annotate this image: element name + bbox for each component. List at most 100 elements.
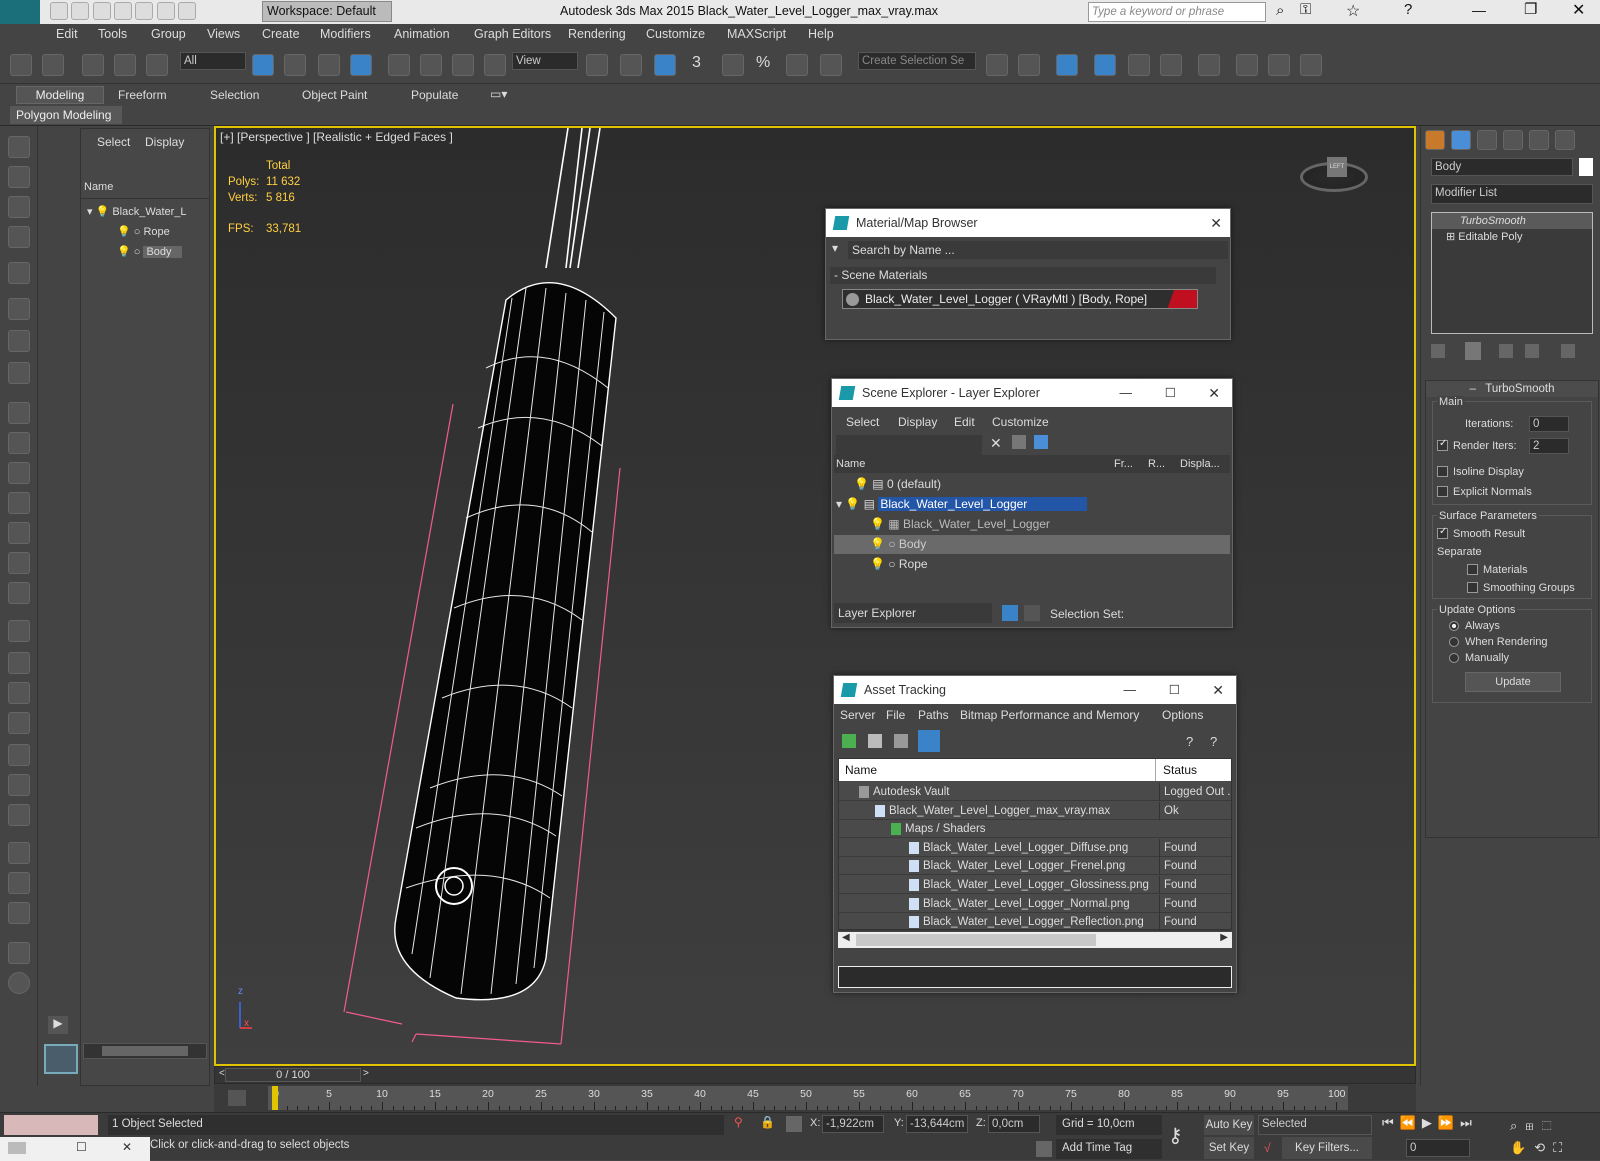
key-filters-button[interactable]: Key Filters... (1282, 1137, 1372, 1159)
table-icon[interactable] (8, 196, 30, 218)
menu-select[interactable]: Select (846, 415, 879, 429)
layer-row[interactable]: 💡 ○ Body (834, 535, 1230, 554)
menu-display[interactable]: Display (898, 415, 937, 429)
menu-views[interactable]: Views (207, 27, 240, 41)
time-slider-right-arrow[interactable]: > (363, 1068, 369, 1079)
separate-smoothing-groups-checkbox[interactable]: Smoothing Groups (1467, 581, 1575, 594)
modifier-stack-item[interactable]: ⊞ Editable Poly (1432, 229, 1592, 245)
horizontal-scrollbar[interactable]: ◀ ▶ (838, 932, 1232, 948)
tab-populate[interactable]: Populate (411, 88, 458, 102)
window-title[interactable]: Asset Tracking — ☐ ✕ (834, 676, 1236, 704)
minimize-icon[interactable]: — (1120, 379, 1133, 407)
menu-create[interactable]: Create (262, 27, 300, 41)
z-coordinate-field[interactable]: 0,0cm (988, 1115, 1040, 1133)
undo-icon[interactable] (10, 54, 32, 76)
particles-icon[interactable] (8, 620, 30, 642)
grid-icon[interactable] (8, 226, 30, 248)
key-curve-icon[interactable]: √ (1264, 1141, 1271, 1155)
named-selection-dropdown[interactable]: Create Selection Se (858, 52, 976, 70)
tab-object-paint[interactable]: Object Paint (302, 88, 367, 102)
manually-radio[interactable]: Manually (1449, 652, 1509, 664)
search-options-icon[interactable]: ▾ (832, 241, 838, 255)
menu-edit[interactable]: Edit (954, 415, 975, 429)
menu-tools[interactable]: Tools (98, 27, 127, 41)
menu-group[interactable]: Group (151, 27, 186, 41)
render-iters-spinner[interactable]: 2 (1529, 438, 1569, 454)
curve-editor-icon[interactable] (1128, 54, 1150, 76)
name-column-header[interactable]: Name (81, 181, 209, 199)
update-button[interactable]: Update (1465, 672, 1561, 692)
pyramid-icon[interactable] (8, 682, 30, 704)
grass-icon[interactable] (8, 744, 30, 766)
col-status[interactable]: Status (1163, 763, 1197, 777)
asset-row[interactable]: Black_Water_Level_Logger_Diffuse.png Foun… (839, 838, 1231, 857)
menu-options[interactable]: Options (1162, 708, 1203, 722)
maxscript-listener[interactable] (4, 1115, 98, 1135)
mirror-icon[interactable] (986, 54, 1008, 76)
project-icon[interactable] (156, 2, 175, 20)
reference-coord-dropdown[interactable]: View (512, 52, 578, 70)
redo-icon[interactable] (42, 54, 64, 76)
make-unique-icon[interactable] (1499, 344, 1513, 358)
menu-help[interactable]: Help (808, 27, 834, 41)
menu-modifiers[interactable]: Modifiers (320, 27, 371, 41)
zoom-icon[interactable]: ⌕ (1510, 1118, 1525, 1133)
asset-row[interactable]: Black_Water_Level_Logger_max_vray.max Ok (839, 801, 1231, 820)
goto-start-icon[interactable]: ⏮ (1382, 1115, 1400, 1130)
menu-customize[interactable]: Customize (646, 27, 705, 41)
layer-row[interactable]: 💡 ▤ 0 (default) (854, 475, 1224, 494)
workspace-dropdown[interactable]: Workspace: Default (262, 1, 392, 22)
minimize-button[interactable]: — (1472, 2, 1486, 18)
restore-icon[interactable]: ☐ (76, 1140, 87, 1154)
when-rendering-radio[interactable]: When Rendering (1449, 636, 1548, 648)
tab-selection[interactable]: Selection (210, 88, 259, 102)
window-crossing-icon[interactable] (350, 54, 372, 76)
rotate-icon[interactable] (420, 54, 442, 76)
window-icon[interactable] (178, 2, 197, 20)
asset-row[interactable]: Autodesk Vault Logged Out . (839, 783, 1231, 801)
minimized-window[interactable]: ☐ ✕ (0, 1137, 150, 1161)
col-freeze[interactable]: Fr... (1114, 455, 1133, 473)
time-slider[interactable]: < 0 / 100 > (214, 1066, 1416, 1084)
teapot-icon[interactable] (8, 136, 30, 158)
pivot-icon[interactable] (586, 54, 608, 76)
add-to-layer-icon[interactable] (1034, 435, 1048, 449)
layer-mode-icon[interactable] (1002, 605, 1018, 621)
transform-mode-icon[interactable] (786, 1116, 802, 1132)
ocean-icon[interactable] (8, 804, 30, 826)
render-region-icon[interactable] (8, 902, 30, 924)
table-view-icon[interactable] (918, 730, 940, 752)
frame-ruler[interactable]: 0510152025303540455055606570758085909510… (268, 1086, 1348, 1110)
hair-icon[interactable] (8, 774, 30, 796)
isolate-icon[interactable]: ⚲ (734, 1115, 743, 1129)
molecule-icon[interactable] (8, 652, 30, 674)
preview-swatch[interactable] (44, 1044, 78, 1074)
refresh-icon[interactable] (842, 734, 856, 748)
remove-modifier-icon[interactable] (1525, 344, 1539, 358)
edit-named-sets-icon[interactable] (820, 54, 842, 76)
col-name[interactable]: Name (836, 455, 865, 473)
clipboard-icon[interactable] (8, 942, 30, 964)
camera-icon[interactable] (8, 298, 30, 320)
light-icon[interactable] (8, 262, 30, 284)
modifier-stack-item[interactable]: TurboSmooth (1432, 213, 1592, 229)
material-search-input[interactable]: Search by Name ... (848, 241, 1228, 259)
col-display[interactable]: Displa... (1180, 455, 1220, 473)
explicit-normals-checkbox[interactable]: Explicit Normals (1437, 485, 1532, 498)
expand-arrow-icon[interactable]: ▶ (48, 1016, 68, 1034)
render-frame-icon[interactable] (1268, 54, 1290, 76)
open-file-icon[interactable] (71, 2, 90, 20)
scene-materials-header[interactable]: - Scene Materials (830, 267, 1216, 284)
angle-snap-icon[interactable] (722, 54, 744, 76)
schematic-view-icon[interactable] (1160, 54, 1182, 76)
snap-toggle-icon[interactable]: 3 (692, 54, 701, 72)
search-input[interactable]: Type a keyword or phrase (1088, 2, 1266, 22)
tab-select[interactable]: Select (97, 135, 130, 149)
bind-space-warp-icon[interactable] (146, 54, 168, 76)
menu-customize[interactable]: Customize (992, 415, 1049, 429)
smooth-result-checkbox[interactable]: Smooth Result (1437, 526, 1525, 540)
layer-row[interactable]: ▾ 💡 ▤ Black_Water_Level_Logger (836, 495, 1116, 514)
clear-filter-icon[interactable]: ✕ (990, 435, 1002, 452)
maximize-viewport-icon[interactable]: ⛶ (1553, 1140, 1570, 1155)
spacewarp-icon[interactable] (8, 362, 30, 384)
